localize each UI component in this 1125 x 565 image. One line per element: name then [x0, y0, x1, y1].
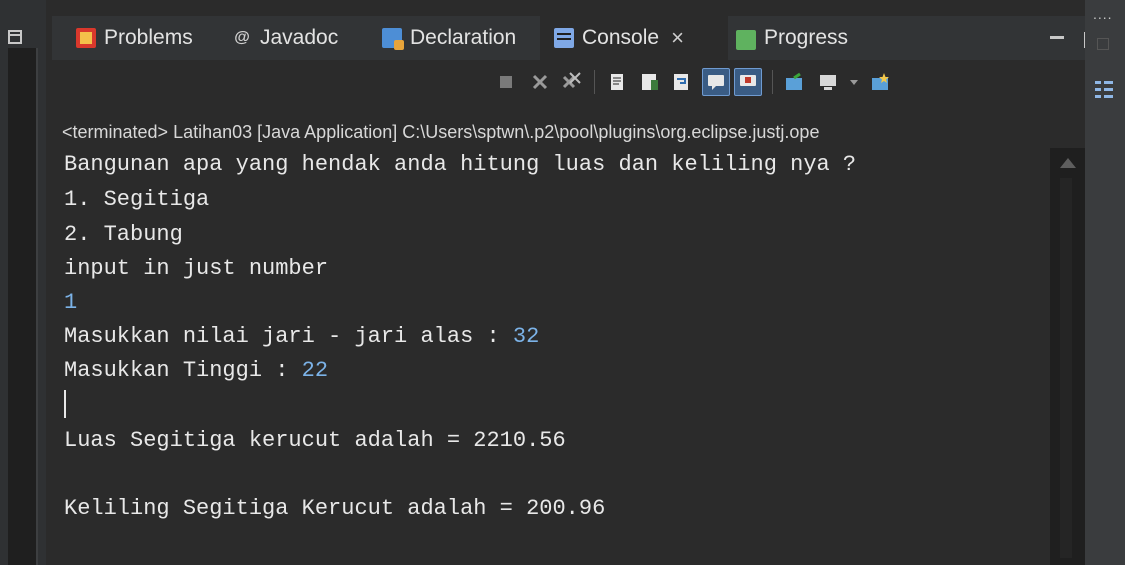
scrollbar-track[interactable] — [1060, 178, 1072, 558]
close-tab-icon[interactable]: × — [671, 25, 684, 51]
tab-label: Declaration — [410, 26, 517, 49]
console-line: input in just number — [64, 252, 328, 286]
problems-icon — [76, 28, 96, 48]
console-status-line: <terminated> Latihan03 [Java Application… — [62, 122, 820, 142]
open-console-icon[interactable] — [866, 68, 894, 96]
scroll-up-icon[interactable] — [1060, 158, 1076, 168]
console-line: 2. Tabung — [64, 218, 183, 252]
javadoc-icon: @ — [234, 29, 250, 46]
console-icon — [554, 28, 574, 48]
declaration-icon — [382, 28, 404, 50]
console-line: Masukkan Tinggi : 22 — [64, 354, 328, 388]
console-line: 1. Segitiga — [64, 183, 209, 217]
remove-all-terminated-icon[interactable] — [558, 68, 586, 96]
console-output[interactable]: Bangunan apa yang hendak anda hitung lua… — [60, 148, 1050, 565]
console-toolbar — [52, 60, 1085, 116]
text-cursor — [64, 390, 66, 418]
tab-progress[interactable]: Progress — [736, 16, 848, 60]
console-text: Masukkan nilai jari - jari alas : — [64, 324, 513, 349]
view-tab-bar: Problems @ Javadoc Declaration Console ×… — [52, 16, 1100, 60]
display-selected-console-icon[interactable] — [814, 68, 842, 96]
console-text: Keliling Segitiga Kerucut adalah = 200.9… — [64, 496, 606, 521]
tab-problems[interactable]: Problems — [76, 16, 193, 60]
console-text: 2. Tabung — [64, 222, 183, 247]
console-text: 1. Segitiga — [64, 187, 210, 212]
pin-console-icon[interactable] — [780, 68, 808, 96]
restore-icon[interactable] — [1097, 38, 1109, 50]
tab-declaration[interactable]: Declaration — [382, 16, 516, 60]
outline-icon[interactable] — [1095, 80, 1113, 98]
console-text: Luas Segitiga kerucut adalah = 2210.56 — [64, 428, 566, 453]
right-sidebar-strip: .... — [1085, 0, 1125, 565]
tab-label: Progress — [764, 26, 849, 49]
scroll-lock-icon[interactable] — [636, 68, 664, 96]
tab-label: Console — [582, 26, 660, 49]
console-text: input in just number — [64, 256, 329, 281]
minimize-icon[interactable] — [1050, 36, 1064, 39]
console-text: Masukkan Tinggi : — [64, 358, 302, 383]
vertical-scrollbar[interactable] — [1050, 148, 1085, 565]
left-sidebar-strip — [0, 0, 46, 565]
progress-icon — [736, 30, 756, 50]
left-gutter — [8, 48, 38, 565]
console-line: Luas Segitiga kerucut adalah = 2210.56 — [64, 424, 566, 458]
console-line: 1 — [64, 286, 77, 320]
more-icon[interactable]: .... — [1093, 6, 1113, 22]
remove-launch-icon[interactable] — [526, 68, 554, 96]
terminate-icon[interactable] — [492, 68, 520, 96]
tab-javadoc[interactable]: @ Javadoc — [232, 16, 338, 60]
maximize-view-icon[interactable] — [8, 30, 22, 44]
tab-label: Problems — [104, 26, 193, 49]
console-input: 1 — [64, 290, 78, 315]
console-input: 22 — [301, 358, 329, 383]
console-line: Masukkan nilai jari - jari alas : 32 — [64, 320, 539, 354]
console-line: Bangunan apa yang hendak anda hitung lua… — [64, 148, 856, 182]
tab-label: Javadoc — [260, 26, 339, 49]
console-text: Bangunan apa yang hendak anda hitung lua… — [64, 152, 857, 177]
console-line: Keliling Segitiga Kerucut adalah = 200.9… — [64, 492, 605, 526]
dropdown-icon[interactable] — [840, 68, 868, 96]
show-on-stdout-icon[interactable] — [702, 68, 730, 96]
clear-console-icon[interactable] — [604, 68, 632, 96]
show-on-stderr-icon[interactable] — [734, 68, 762, 96]
tab-console[interactable]: Console × — [540, 16, 728, 60]
word-wrap-icon[interactable] — [668, 68, 696, 96]
console-input: 32 — [512, 324, 540, 349]
